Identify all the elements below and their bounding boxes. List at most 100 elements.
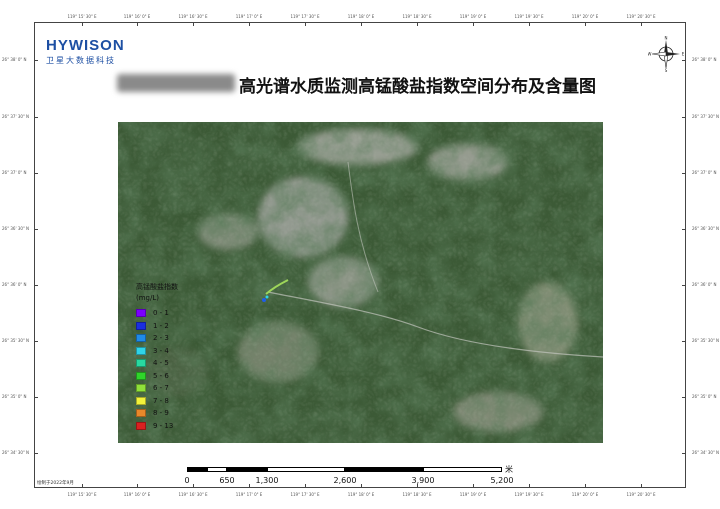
legend-swatch <box>136 421 146 430</box>
tick-mark <box>193 484 194 488</box>
tick-mark <box>305 22 306 26</box>
legend-item: 6 - 7 <box>136 383 169 393</box>
legend-item: 9 - 13 <box>136 421 173 431</box>
longitude-label-bottom: 119° 19' 0" E <box>459 492 487 497</box>
legend-label: 9 - 13 <box>153 421 174 430</box>
tick-mark <box>682 117 686 118</box>
longitude-label-bottom: 119° 20' 30" E <box>626 492 656 497</box>
longitude-label-bottom: 119° 19' 30" E <box>514 492 544 497</box>
longitude-label-top: 119° 17' 0" E <box>235 14 263 19</box>
tick-mark <box>682 285 686 286</box>
tick-mark <box>34 60 38 61</box>
latitude-label-right: 26° 36' 0" N <box>692 282 717 287</box>
latitude-label-left: 26° 35' 0" N <box>2 394 27 399</box>
logo-subtitle: 卫星大数据科技 <box>46 56 116 65</box>
longitude-label-top: 119° 19' 0" E <box>459 14 487 19</box>
map-maker-note: 绘制于2022年9月 <box>37 481 74 486</box>
tick-mark <box>305 484 306 488</box>
longitude-label-bottom: 119° 18' 30" E <box>402 492 432 497</box>
legend-swatch <box>136 409 146 417</box>
tick-mark <box>137 22 138 26</box>
tick-mark <box>34 173 38 174</box>
legend-label: 8 - 9 <box>153 409 169 417</box>
tick-mark <box>682 341 686 342</box>
legend-swatch <box>136 396 146 405</box>
latitude-label-left: 26° 37' 30" N <box>2 114 30 119</box>
tick-mark <box>585 22 586 26</box>
longitude-label-bottom: 119° 17' 0" E <box>235 492 263 497</box>
tick-mark <box>682 229 686 230</box>
scale-bar <box>187 467 502 475</box>
tick-mark <box>193 22 194 26</box>
tick-mark <box>249 484 250 488</box>
legend-swatch <box>136 359 146 367</box>
legend-swatch <box>136 334 146 342</box>
tick-mark <box>34 397 38 398</box>
tick-mark <box>682 453 686 454</box>
tick-mark <box>682 397 686 398</box>
latitude-label-right: 26° 37' 0" N <box>692 170 717 175</box>
longitude-label-bottom: 119° 20' 0" E <box>571 492 599 497</box>
latitude-label-left: 26° 36' 30" N <box>2 226 30 231</box>
latitude-label-right: 26° 35' 30" N <box>692 338 720 343</box>
longitude-label-top: 119° 19' 30" E <box>514 14 544 19</box>
west-label: W <box>648 52 652 57</box>
legend-unit: (mg/L) <box>136 294 159 302</box>
scale-label-650: 650 <box>219 476 235 485</box>
longitude-label-top: 119° 18' 30" E <box>402 14 432 19</box>
longitude-label-bottom: 119° 17' 30" E <box>290 492 320 497</box>
legend-label: 3 - 4 <box>153 346 169 355</box>
legend-swatch <box>136 346 146 355</box>
latitude-label-left: 26° 35' 30" N <box>2 338 30 343</box>
scale-unit: 米 <box>505 465 513 474</box>
latitude-label-right: 26° 37' 30" N <box>692 114 720 119</box>
tick-mark <box>249 22 250 26</box>
legend-label: 4 - 5 <box>153 359 169 367</box>
legend-item: 3 - 4 <box>136 346 169 356</box>
legend-label: 6 - 7 <box>153 384 169 392</box>
scale-label-5200: 5,200 <box>490 476 514 485</box>
longitude-label-top: 119° 15' 30" E <box>67 14 97 19</box>
north-label: N <box>665 36 668 41</box>
map-title: 高光谱水质监测高锰酸盐指数空间分布及含量图 <box>239 77 596 97</box>
legend-swatch <box>136 371 146 380</box>
scale-label-2600: 2,600 <box>333 476 357 485</box>
legend-item: 5 - 6 <box>136 371 169 381</box>
scale-label-0: 0 <box>184 476 190 485</box>
tick-mark <box>34 453 38 454</box>
latitude-label-right: 26° 35' 0" N <box>692 394 717 399</box>
longitude-label-top: 119° 16' 30" E <box>178 14 208 19</box>
tick-mark <box>34 117 38 118</box>
tick-mark <box>361 22 362 26</box>
tick-mark <box>82 22 83 26</box>
tick-mark <box>34 229 38 230</box>
legend-label: 1 - 2 <box>153 321 169 330</box>
longitude-label-bottom: 119° 18' 0" E <box>347 492 375 497</box>
legend-title: 高锰酸盐指数 <box>136 283 178 291</box>
tick-mark <box>34 341 38 342</box>
scale-label-3900: 3,900 <box>411 476 435 485</box>
legend-label: 7 - 8 <box>153 396 169 405</box>
tick-mark <box>361 484 362 488</box>
longitude-label-bottom: 119° 16' 30" E <box>178 492 208 497</box>
legend-item: 7 - 8 <box>136 396 169 406</box>
legend-swatch <box>136 321 146 330</box>
south-label: S <box>665 68 668 72</box>
tick-mark <box>682 173 686 174</box>
latitude-label-left: 26° 36' 0" N <box>2 282 27 287</box>
tick-mark <box>641 22 642 26</box>
latitude-label-left: 26° 37' 0" N <box>2 170 27 175</box>
legend-label: 0 - 1 <box>153 309 169 317</box>
latitude-label-left: 26° 34' 30" N <box>2 450 30 455</box>
longitude-label-bottom: 119° 16' 0" E <box>123 492 151 497</box>
tick-mark <box>473 22 474 26</box>
legend-label: 2 - 3 <box>153 334 169 342</box>
legend-item: 4 - 5 <box>136 358 169 368</box>
longitude-label-top: 119° 16' 0" E <box>123 14 151 19</box>
tick-mark <box>137 484 138 488</box>
latitude-label-left: 26° 38' 0" N <box>2 57 27 62</box>
scale-label-1300: 1,300 <box>255 476 279 485</box>
tick-mark <box>529 22 530 26</box>
legend-label: 5 - 6 <box>153 371 169 380</box>
tick-mark <box>82 484 83 488</box>
